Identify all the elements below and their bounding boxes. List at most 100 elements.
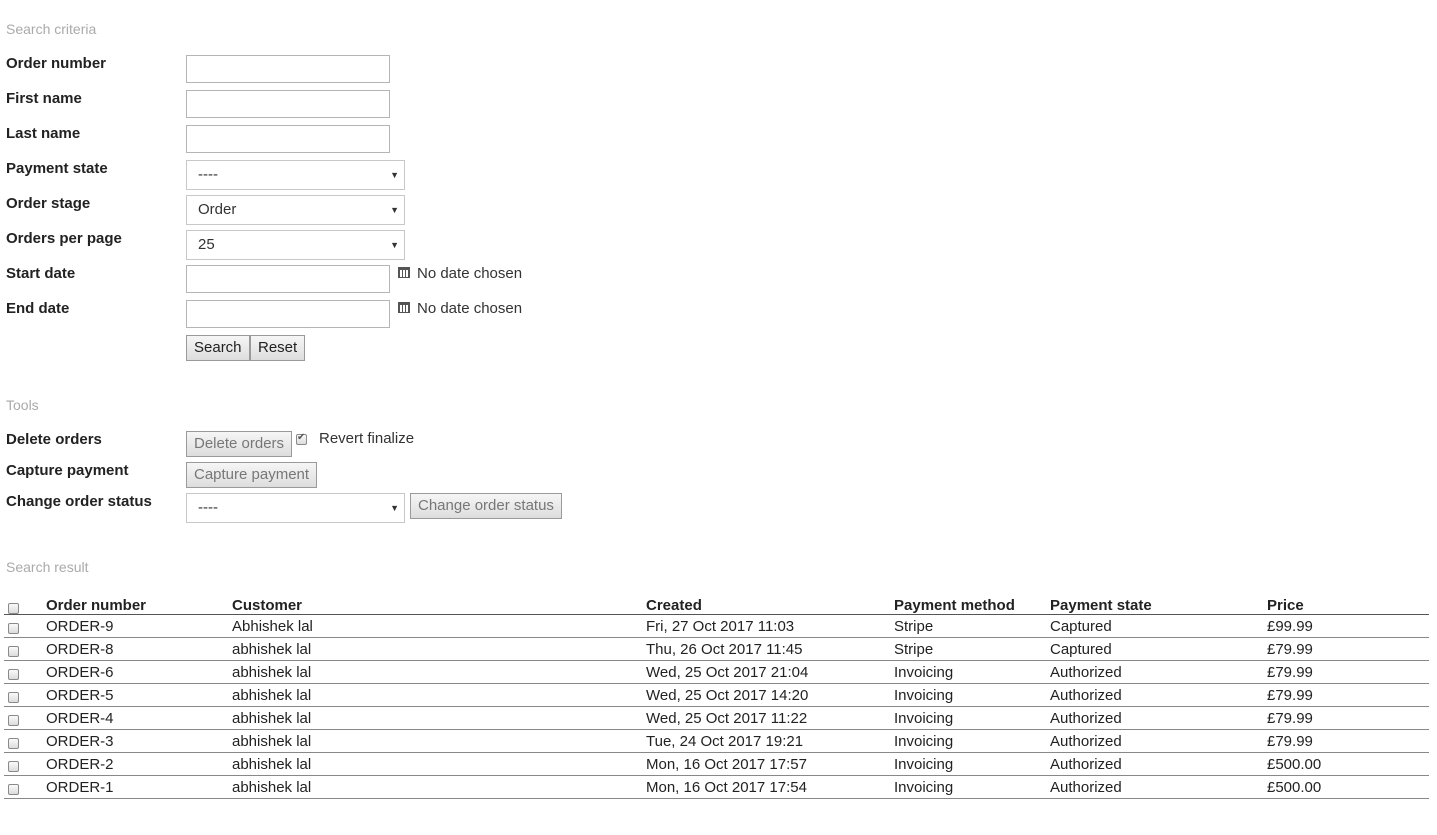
calendar-icon[interactable] [398, 302, 410, 313]
column-header[interactable]: Created [646, 592, 894, 615]
delete-orders-label: Delete orders [6, 431, 102, 448]
price-cell: £79.99 [1267, 729, 1429, 753]
table-row[interactable]: ORDER-3 abhishek lal Tue, 24 Oct 2017 19:2… [4, 729, 1429, 753]
column-header[interactable]: Customer [232, 592, 646, 615]
row-checkbox[interactable] [8, 623, 19, 635]
change-order-status-button[interactable]: Change order status [410, 493, 562, 519]
customer-cell: abhishek lal [232, 637, 646, 661]
search-button[interactable]: Search [186, 335, 250, 361]
table-row[interactable]: ORDER-2 abhishek lal Mon, 16 Oct 2017 17:5… [4, 752, 1429, 776]
payment-method-cell: Stripe [894, 614, 1050, 638]
customer-cell: Abhishek lal [232, 614, 646, 638]
order-number-cell[interactable]: ORDER-3 [46, 729, 232, 753]
end-date-note-text: No date chosen [417, 300, 523, 317]
payment-state-cell: Authorized [1050, 706, 1267, 730]
created-cell: Wed, 25 Oct 2017 11:22 [646, 706, 894, 730]
table-row[interactable]: ORDER-6 abhishek lal Wed, 25 Oct 2017 21:0… [4, 660, 1429, 684]
customer-cell: abhishek lal [232, 706, 646, 730]
delete-orders-button[interactable]: Delete orders [186, 431, 293, 457]
column-header[interactable]: Order number [46, 592, 232, 615]
first-name-input[interactable] [186, 90, 390, 118]
table-row[interactable]: ORDER-4 abhishek lal Wed, 25 Oct 2017 11:2… [4, 706, 1429, 730]
customer-cell: abhishek lal [232, 775, 646, 799]
row-select-cell [4, 706, 46, 730]
created-cell: Wed, 25 Oct 2017 21:04 [646, 660, 894, 684]
row-checkbox[interactable] [8, 692, 19, 704]
order-number-cell[interactable]: ORDER-4 [46, 706, 232, 730]
row-select-cell [4, 752, 46, 776]
price-cell: £500.00 [1267, 752, 1429, 776]
revert-finalize-label: Revert finalize [319, 430, 415, 447]
order-stage-value: Order [198, 201, 237, 218]
payment-method-cell: Invoicing [894, 660, 1050, 684]
row-checkbox[interactable] [8, 669, 19, 681]
payment-method-cell: Invoicing [894, 706, 1050, 730]
check-icon: ✔ [297, 432, 306, 443]
table-row[interactable]: ORDER-8 abhishek lal Thu, 26 Oct 2017 11:4… [4, 637, 1429, 661]
price-cell: £79.99 [1267, 637, 1429, 661]
order-status-select[interactable]: ---- ▼ [186, 493, 405, 523]
payment-state-cell: Authorized [1050, 752, 1267, 776]
orders-per-page-label: Orders per page [6, 230, 122, 247]
order-number-cell[interactable]: ORDER-5 [46, 683, 232, 707]
payment-state-select[interactable]: ---- ▼ [186, 160, 405, 190]
last-name-label: Last name [6, 125, 81, 142]
reset-button[interactable]: Reset [250, 335, 306, 361]
payment-state-cell: Captured [1050, 614, 1267, 638]
calendar-icon[interactable] [398, 267, 410, 278]
capture-payment-button[interactable]: Capture payment [186, 462, 318, 488]
order-number-cell[interactable]: ORDER-6 [46, 660, 232, 684]
order-stage-select[interactable]: Order ▼ [186, 195, 405, 225]
capture-payment-label: Capture payment [6, 462, 129, 479]
customer-cell: abhishek lal [232, 729, 646, 753]
results-table: Order number Customer Created Payment me… [4, 592, 1429, 799]
payment-state-cell: Authorized [1050, 775, 1267, 799]
chevron-down-icon: ▼ [390, 240, 399, 250]
payment-state-cell: Authorized [1050, 660, 1267, 684]
tools-title: Tools [6, 397, 39, 413]
row-checkbox[interactable] [8, 761, 19, 773]
orders-per-page-value: 25 [198, 236, 215, 253]
price-cell: £79.99 [1267, 660, 1429, 684]
order-number-cell[interactable]: ORDER-1 [46, 775, 232, 799]
column-header[interactable]: Payment state [1050, 592, 1267, 615]
row-checkbox[interactable] [8, 646, 19, 658]
payment-state-cell: Authorized [1050, 683, 1267, 707]
order-number-cell[interactable]: ORDER-8 [46, 637, 232, 661]
column-header[interactable]: Payment method [894, 592, 1050, 615]
created-cell: Mon, 16 Oct 2017 17:57 [646, 752, 894, 776]
created-cell: Mon, 16 Oct 2017 17:54 [646, 775, 894, 799]
row-checkbox[interactable] [8, 784, 19, 796]
revert-finalize-checkbox[interactable]: ✔ [296, 432, 307, 445]
search-result-title: Search result [6, 559, 89, 575]
search-criteria-title: Search criteria [6, 21, 97, 37]
select-all-cell [4, 592, 46, 615]
order-number-label: Order number [6, 55, 107, 72]
order-number-input[interactable] [186, 55, 390, 83]
end-date-input[interactable] [186, 300, 390, 328]
customer-cell: abhishek lal [232, 683, 646, 707]
table-row[interactable]: ORDER-9 Abhishek lal Fri, 27 Oct 2017 11:0… [4, 614, 1429, 638]
price-cell: £500.00 [1267, 775, 1429, 799]
row-checkbox[interactable] [8, 715, 19, 727]
created-cell: Wed, 25 Oct 2017 14:20 [646, 683, 894, 707]
results-body: ORDER-9 Abhishek lal Fri, 27 Oct 2017 11:0… [4, 614, 1429, 799]
column-header[interactable]: Price [1267, 592, 1429, 615]
table-row[interactable]: ORDER-1 abhishek lal Mon, 16 Oct 2017 17:5… [4, 775, 1429, 799]
table-row[interactable]: ORDER-5 abhishek lal Wed, 25 Oct 2017 14:2… [4, 683, 1429, 707]
last-name-input[interactable] [186, 125, 390, 153]
row-checkbox[interactable] [8, 738, 19, 750]
created-cell: Fri, 27 Oct 2017 11:03 [646, 614, 894, 638]
start-date-label: Start date [6, 265, 76, 282]
payment-method-cell: Invoicing [894, 775, 1050, 799]
orders-per-page-select[interactable]: 25 ▼ [186, 230, 405, 260]
order-number-cell[interactable]: ORDER-9 [46, 614, 232, 638]
order-number-cell[interactable]: ORDER-2 [46, 752, 232, 776]
row-select-cell [4, 614, 46, 638]
chevron-down-icon: ▼ [390, 170, 399, 180]
start-date-input[interactable] [186, 265, 390, 293]
order-stage-label: Order stage [6, 195, 91, 212]
select-all-checkbox[interactable] [8, 602, 19, 614]
created-cell: Thu, 26 Oct 2017 11:45 [646, 637, 894, 661]
row-select-cell [4, 637, 46, 661]
